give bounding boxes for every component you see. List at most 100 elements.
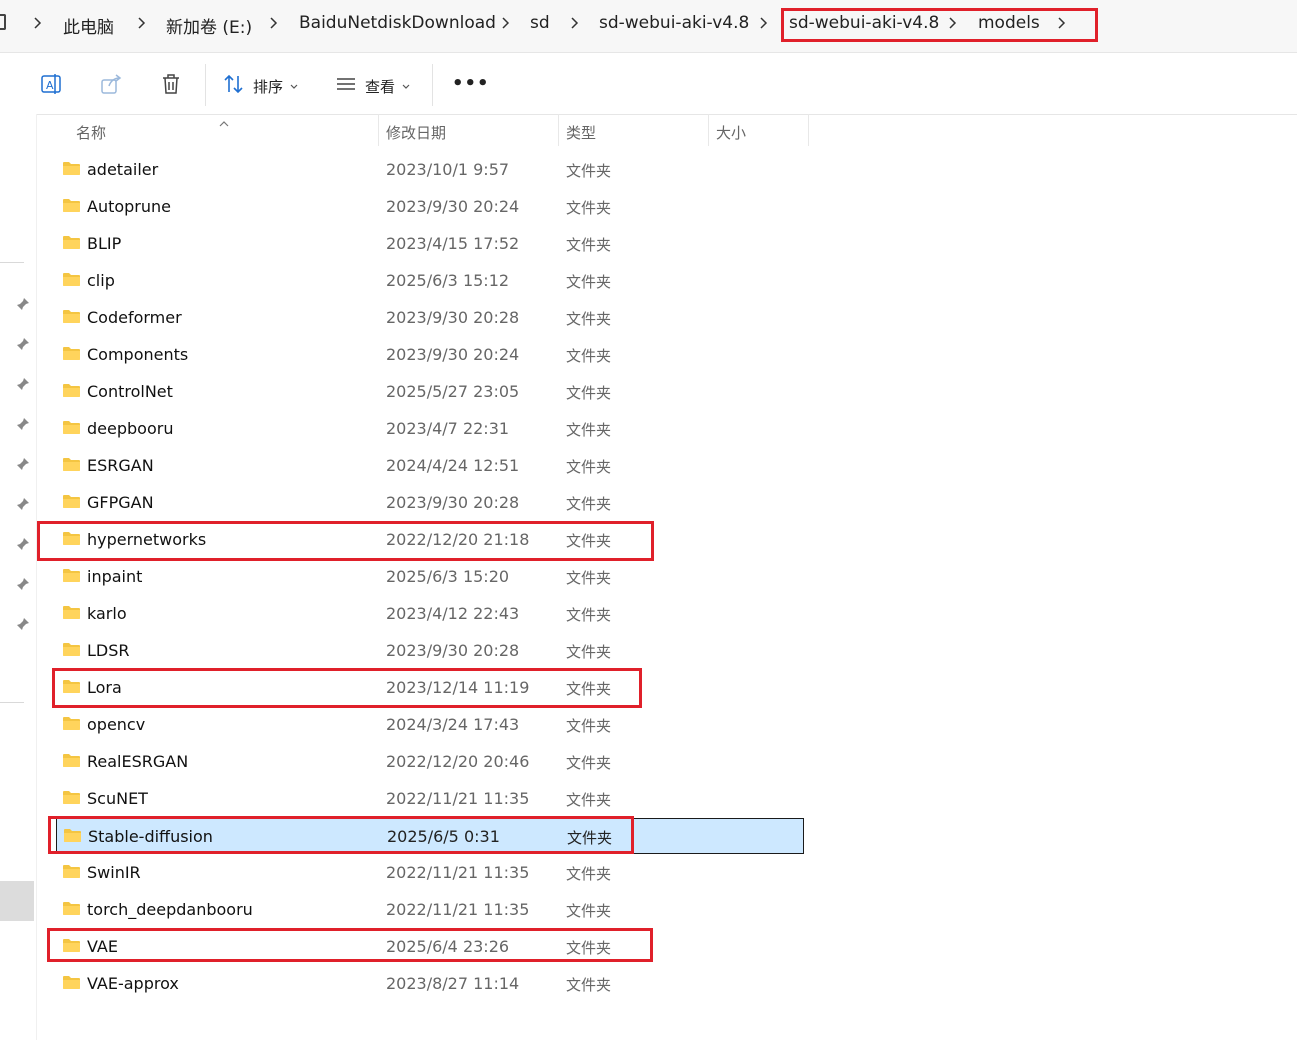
column-separator[interactable]	[708, 114, 709, 146]
nav-divider	[0, 262, 24, 263]
column-header-date[interactable]: 修改日期	[386, 114, 556, 148]
pin-icon[interactable]	[16, 616, 30, 630]
breadcrumb-baidunetdiskdownload[interactable]: BaiduNetdiskDownload	[299, 13, 496, 33]
folder-icon	[62, 161, 81, 176]
file-row[interactable]: RealESRGAN 2022/12/20 20:46 文件夹	[56, 744, 804, 780]
pin-icon[interactable]	[16, 536, 30, 550]
pin-icon[interactable]	[16, 456, 30, 470]
file-type: 文件夹	[566, 421, 612, 439]
file-modified-date: 2025/6/3 15:20	[386, 567, 510, 586]
pin-icon[interactable]	[16, 496, 30, 510]
file-name: deepbooru	[87, 419, 174, 438]
folder-icon	[62, 568, 81, 583]
file-row[interactable]: adetailer 2023/10/1 9:57 文件夹	[56, 152, 804, 188]
file-type: 文件夹	[566, 384, 612, 402]
folder-icon	[62, 901, 81, 916]
highlight-box-hypernetworks	[37, 521, 654, 561]
more-options-button[interactable]: •••	[452, 70, 490, 96]
chevron-right-icon[interactable]	[498, 16, 512, 30]
rename-button[interactable]: A	[39, 73, 63, 99]
file-row[interactable]: VAE-approx 2023/8/27 11:14 文件夹	[56, 966, 804, 1002]
file-row[interactable]: Components 2023/9/30 20:24 文件夹	[56, 337, 804, 373]
nav-selected-item[interactable]	[0, 881, 34, 921]
file-row[interactable]: SwinIR 2022/11/21 11:35 文件夹	[56, 855, 804, 891]
file-type: 文件夹	[566, 643, 612, 661]
file-name: ControlNet	[87, 382, 173, 401]
file-modified-date: 2022/11/21 11:35	[386, 863, 530, 882]
chevron-down-icon	[401, 77, 411, 96]
file-type: 文件夹	[566, 865, 612, 883]
file-modified-date: 2022/11/21 11:35	[386, 900, 530, 919]
file-name: LDSR	[87, 641, 130, 660]
breadcrumb-sd[interactable]: sd	[530, 13, 550, 33]
delete-button[interactable]	[159, 73, 183, 99]
chevron-right-icon[interactable]	[134, 16, 148, 30]
file-row[interactable]: LDSR 2023/9/30 20:28 文件夹	[56, 633, 804, 669]
trash-icon	[159, 72, 183, 100]
chevron-right-icon[interactable]	[266, 16, 280, 30]
breadcrumb-drive-e[interactable]: 新加卷 (E:)	[166, 13, 252, 38]
column-header-size[interactable]: 大小	[716, 114, 806, 148]
file-type: 文件夹	[566, 310, 612, 328]
file-row[interactable]: opencv 2024/3/24 17:43 文件夹	[56, 707, 804, 743]
file-type: 文件夹	[566, 717, 612, 735]
view-list-icon	[335, 73, 357, 99]
file-type: 文件夹	[566, 569, 612, 587]
file-type: 文件夹	[566, 236, 612, 254]
file-modified-date: 2023/9/30 20:28	[386, 308, 520, 327]
folder-icon	[62, 235, 81, 250]
file-row[interactable]: ESRGAN 2024/4/24 12:51 文件夹	[56, 448, 804, 484]
pin-icon[interactable]	[16, 376, 30, 390]
chevron-right-icon[interactable]	[30, 16, 44, 30]
file-modified-date: 2024/4/24 12:51	[386, 456, 520, 475]
file-name: VAE-approx	[87, 974, 179, 993]
file-row[interactable]: BLIP 2023/4/15 17:52 文件夹	[56, 226, 804, 262]
pin-icon[interactable]	[16, 416, 30, 430]
file-row[interactable]: ScuNET 2022/11/21 11:35 文件夹	[56, 781, 804, 817]
chevron-right-icon[interactable]	[756, 16, 770, 30]
sort-button[interactable]: 排序	[223, 73, 299, 99]
file-row[interactable]: GFPGAN 2023/9/30 20:28 文件夹	[56, 485, 804, 521]
column-separator[interactable]	[558, 114, 559, 146]
chevron-right-icon[interactable]	[567, 16, 581, 30]
column-separator[interactable]	[808, 114, 809, 146]
sort-icon	[223, 73, 245, 99]
file-type: 文件夹	[566, 976, 612, 994]
folder-icon	[62, 457, 81, 472]
file-name: clip	[87, 271, 115, 290]
file-modified-date: 2023/8/27 11:14	[386, 974, 520, 993]
column-separator[interactable]	[378, 114, 379, 146]
file-modified-date: 2022/12/20 20:46	[386, 752, 530, 771]
highlight-box-lora	[52, 668, 642, 708]
file-modified-date: 2023/4/15 17:52	[386, 234, 520, 253]
toolbar-separator	[432, 64, 433, 106]
file-row[interactable]: clip 2025/6/3 15:12 文件夹	[56, 263, 804, 299]
file-name: karlo	[87, 604, 127, 623]
this-pc-icon	[0, 14, 6, 30]
view-button[interactable]: 查看	[335, 73, 411, 99]
file-row[interactable]: karlo 2023/4/12 22:43 文件夹	[56, 596, 804, 632]
breadcrumb-sd-webui-aki-v4-8[interactable]: sd-webui-aki-v4.8	[599, 13, 749, 33]
file-row[interactable]: torch_deepdanbooru 2022/11/21 11:35 文件夹	[56, 892, 804, 928]
address-bar[interactable]: 此电脑 新加卷 (E:) BaiduNetdiskDownload sd sd-…	[0, 0, 1297, 53]
pin-icon[interactable]	[16, 296, 30, 310]
folder-icon	[62, 790, 81, 805]
file-name: opencv	[87, 715, 146, 734]
chevron-down-icon	[289, 77, 299, 96]
file-row[interactable]: ControlNet 2025/5/27 23:05 文件夹	[56, 374, 804, 410]
folder-icon	[62, 864, 81, 879]
highlight-box-stable-diffusion	[48, 816, 634, 854]
file-row[interactable]: Codeformer 2023/9/30 20:28 文件夹	[56, 300, 804, 336]
column-header-type[interactable]: 类型	[566, 114, 706, 148]
file-row[interactable]: inpaint 2025/6/3 15:20 文件夹	[56, 559, 804, 595]
file-name: inpaint	[87, 567, 143, 586]
breadcrumb-this-pc[interactable]: 此电脑	[63, 13, 114, 38]
file-row[interactable]: Autoprune 2023/9/30 20:24 文件夹	[56, 189, 804, 225]
pin-icon[interactable]	[16, 336, 30, 350]
file-row[interactable]: deepbooru 2023/4/7 22:31 文件夹	[56, 411, 804, 447]
file-type: 文件夹	[566, 162, 612, 180]
file-name: BLIP	[87, 234, 122, 253]
share-button[interactable]	[99, 73, 123, 99]
pin-icon[interactable]	[16, 576, 30, 590]
file-type: 文件夹	[566, 199, 612, 217]
